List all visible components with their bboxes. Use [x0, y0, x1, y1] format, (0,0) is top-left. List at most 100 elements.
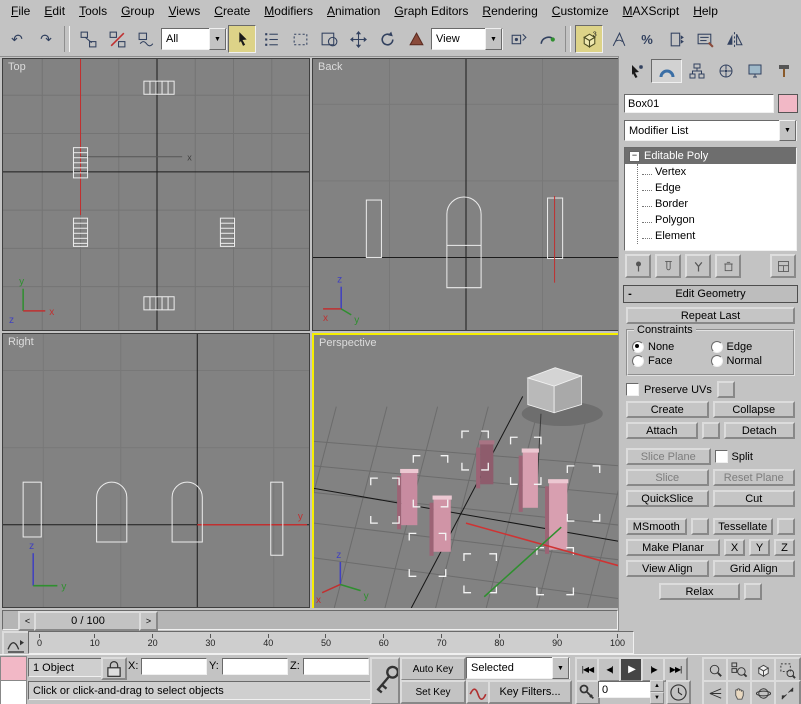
- relax-button[interactable]: Relax: [659, 583, 740, 600]
- dropdown-arrow-icon[interactable]: ▼: [779, 120, 796, 141]
- constraint-edge-radio[interactable]: Edge: [711, 341, 790, 353]
- view-align-button[interactable]: View Align: [626, 560, 709, 577]
- viewport-right[interactable]: Right y z y: [2, 333, 310, 608]
- grid-align-button[interactable]: Grid Align: [713, 560, 796, 577]
- constraint-face-radio[interactable]: Face: [632, 355, 711, 367]
- frame-spinner[interactable]: ▲ ▼: [650, 680, 664, 704]
- constraint-normal-radio[interactable]: Normal: [711, 355, 790, 367]
- configure-modifier-sets-button[interactable]: [770, 254, 796, 278]
- quickslice-button[interactable]: QuickSlice: [626, 490, 709, 507]
- menu-item[interactable]: Edit: [37, 1, 72, 21]
- spinner-snap-toggle-button[interactable]: [662, 25, 690, 53]
- preserve-uvs-checkbox[interactable]: [626, 383, 639, 396]
- tab-motion[interactable]: [712, 59, 741, 83]
- select-and-link-button[interactable]: [74, 25, 102, 53]
- collapse-button[interactable]: Collapse: [713, 401, 796, 418]
- make-unique-button[interactable]: [685, 254, 711, 278]
- tab-hierarchy[interactable]: [682, 59, 711, 83]
- menu-item[interactable]: File: [4, 1, 37, 21]
- split-option[interactable]: Split: [715, 448, 796, 465]
- open-mini-curve-editor-button[interactable]: [2, 631, 30, 656]
- tab-create[interactable]: [622, 59, 651, 83]
- menu-item[interactable]: Help: [686, 1, 725, 21]
- time-slider[interactable]: < 0 / 100 >: [0, 608, 618, 630]
- snaps-toggle-button[interactable]: 3: [575, 25, 603, 53]
- collapse-tree-icon[interactable]: −: [629, 151, 640, 162]
- default-tangent-button[interactable]: [466, 680, 490, 704]
- spinner-up-icon[interactable]: ▲: [650, 680, 664, 692]
- create-button[interactable]: Create: [626, 401, 709, 418]
- remove-modifier-button[interactable]: [715, 254, 741, 278]
- select-by-name-button[interactable]: [257, 25, 285, 53]
- viewport-back[interactable]: Back z x y: [312, 58, 620, 331]
- split-checkbox[interactable]: [715, 450, 728, 463]
- dropdown-arrow-icon[interactable]: ▼: [552, 657, 569, 679]
- viewport-label-right[interactable]: Right: [8, 336, 34, 348]
- percent-snap-toggle-button[interactable]: %: [633, 25, 661, 53]
- selection-filter-dropdown[interactable]: All ▼: [161, 28, 227, 50]
- unlink-selection-button[interactable]: [103, 25, 131, 53]
- maxscript-listener-pane[interactable]: [0, 680, 27, 704]
- make-planar-button[interactable]: Make Planar: [626, 539, 720, 556]
- dropdown-arrow-icon[interactable]: ▼: [485, 28, 502, 50]
- back-viewport-canvas[interactable]: z x y: [313, 59, 619, 330]
- tessellate-button[interactable]: Tessellate: [713, 518, 774, 535]
- tessellate-settings-button[interactable]: [777, 518, 795, 535]
- msmooth-settings-button[interactable]: [691, 518, 709, 535]
- viewport-label-back[interactable]: Back: [318, 61, 342, 73]
- menu-item[interactable]: Views: [161, 1, 207, 21]
- menu-item[interactable]: Graph Editors: [387, 1, 475, 21]
- angle-snap-toggle-button[interactable]: [604, 25, 632, 53]
- reference-coordsys-dropdown[interactable]: View ▼: [431, 28, 503, 50]
- radio-icon[interactable]: [711, 355, 723, 367]
- window-crossing-toggle-button[interactable]: [315, 25, 343, 53]
- rollout-collapse-icon[interactable]: -: [624, 288, 636, 300]
- stack-subobject-item[interactable]: Vertex: [638, 164, 796, 180]
- key-mode-dropdown[interactable]: Selected ▼: [466, 657, 570, 679]
- detach-button[interactable]: Detach: [724, 422, 796, 439]
- menu-item[interactable]: Animation: [320, 1, 387, 21]
- relax-settings-button[interactable]: [744, 583, 762, 600]
- menu-item[interactable]: Modifiers: [257, 1, 320, 21]
- track-bar[interactable]: 0102030405060708090100: [0, 630, 618, 654]
- field-of-view-button[interactable]: [702, 680, 729, 704]
- object-color-swatch[interactable]: [778, 94, 798, 113]
- rollout-edit-geometry-header[interactable]: - Edit Geometry: [623, 285, 798, 303]
- selection-lock-button[interactable]: [101, 657, 127, 680]
- attach-button[interactable]: Attach: [626, 422, 698, 439]
- radio-icon[interactable]: [711, 341, 723, 353]
- tab-display[interactable]: [741, 59, 770, 83]
- y-coordinate-field[interactable]: [222, 658, 288, 675]
- mirror-button[interactable]: [720, 25, 748, 53]
- stack-subobject-item[interactable]: Polygon: [638, 212, 796, 228]
- rectangular-selection-region-button[interactable]: [286, 25, 314, 53]
- menu-item[interactable]: MAXScript: [616, 1, 687, 21]
- pin-stack-button[interactable]: [625, 254, 651, 278]
- set-key-mode-button[interactable]: [370, 657, 400, 704]
- time-slider-track[interactable]: < 0 / 100 >: [2, 610, 618, 630]
- menu-item[interactable]: Rendering: [475, 1, 544, 21]
- bind-to-spacewarp-button[interactable]: [132, 25, 160, 53]
- viewport-label-top[interactable]: Top: [8, 61, 26, 73]
- modifier-list-dropdown[interactable]: Modifier List ▼: [624, 120, 797, 141]
- menu-item[interactable]: Create: [207, 1, 257, 21]
- msmooth-button[interactable]: MSmooth: [626, 518, 687, 535]
- select-and-rotate-button[interactable]: [373, 25, 401, 53]
- frame-ruler[interactable]: 0102030405060708090100: [28, 631, 634, 654]
- reset-plane-button[interactable]: Reset Plane: [713, 469, 796, 486]
- select-and-scale-button[interactable]: [402, 25, 430, 53]
- object-name-field[interactable]: [624, 94, 774, 113]
- planar-y-button[interactable]: Y: [749, 539, 770, 556]
- show-end-result-button[interactable]: [655, 254, 681, 278]
- viewport-label-perspective[interactable]: Perspective: [319, 337, 376, 349]
- stack-subobject-item[interactable]: Element: [638, 228, 796, 244]
- x-coordinate-field[interactable]: [141, 658, 207, 675]
- named-selection-sets-button[interactable]: [691, 25, 719, 53]
- z-coordinate-field[interactable]: [303, 658, 369, 675]
- redo-button[interactable]: ↷: [32, 25, 60, 53]
- use-center-flyout-button[interactable]: [504, 25, 532, 53]
- pink-slab-objects[interactable]: [397, 440, 568, 556]
- right-viewport-canvas[interactable]: y z y: [3, 334, 309, 607]
- viewport-top[interactable]: Top x y x: [2, 58, 310, 331]
- tab-modify[interactable]: [651, 59, 682, 83]
